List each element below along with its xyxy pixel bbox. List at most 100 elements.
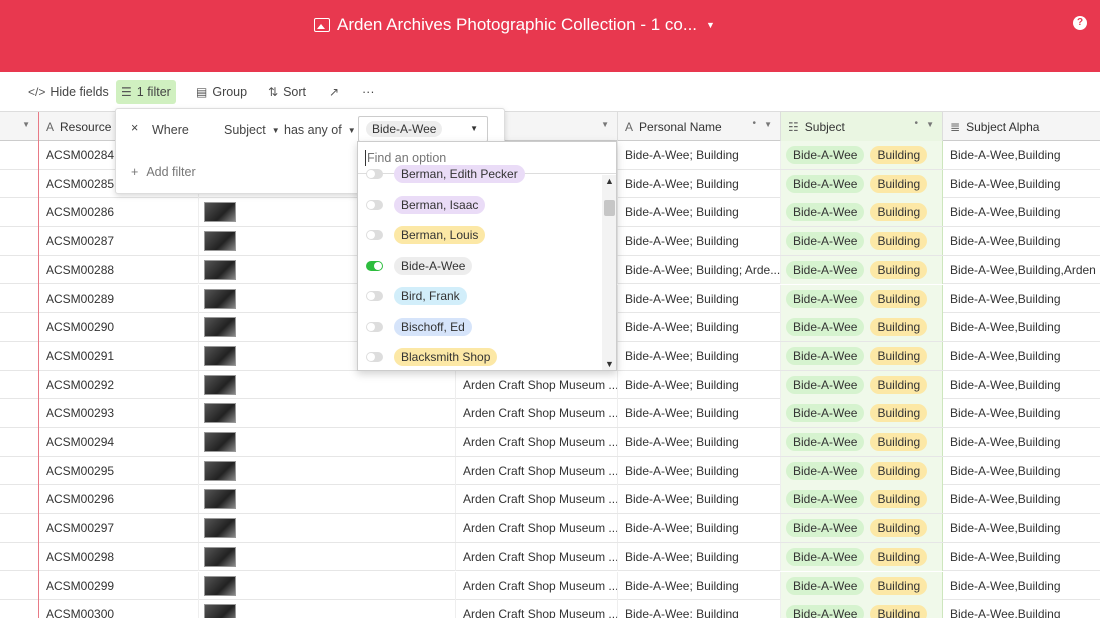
subject-alpha-cell[interactable]: Bide-A-Wee,Building — [943, 572, 1100, 600]
attachment-cell[interactable] — [199, 485, 456, 514]
photo-thumbnail[interactable] — [204, 403, 236, 424]
collection-cell[interactable]: Arden Craft Shop Museum ... — [456, 571, 618, 600]
collection-cell[interactable]: Arden Craft Shop Museum ... — [456, 399, 618, 428]
row-number-cell[interactable] — [0, 141, 39, 169]
photo-thumbnail[interactable] — [204, 345, 236, 366]
scrollbar-thumb[interactable] — [604, 200, 615, 216]
filter-value-select[interactable]: Bide-A-Wee ▼ — [358, 116, 488, 142]
resource-id-cell[interactable]: ACSM00291 — [39, 341, 199, 370]
table-row[interactable]: ACSM00294 Arden Craft Shop Museum ... Bide… — [0, 428, 1100, 457]
subject-cell[interactable]: Bide-A-Wee Building — [781, 169, 943, 198]
resource-id-cell[interactable]: ACSM00298 — [39, 542, 199, 571]
resource-id-cell[interactable]: ACSM00297 — [39, 514, 199, 543]
table-row[interactable]: ACSM00296 Arden Craft Shop Museum ... Bide… — [0, 485, 1100, 515]
subject-alpha-cell[interactable]: Bide-A-Wee,Building — [943, 227, 1100, 255]
subject-cell[interactable]: Bide-A-Wee Building — [781, 341, 943, 370]
more-button[interactable]: ··· — [357, 80, 380, 104]
column-header-subject[interactable]: ☷ Subject • ▼ — [781, 112, 943, 141]
photo-thumbnail[interactable] — [204, 231, 236, 252]
collection-cell[interactable]: Arden Craft Shop Museum ... — [456, 542, 618, 571]
subject-alpha-cell[interactable]: Bide-A-Wee,Building — [943, 285, 1100, 313]
row-number-cell[interactable] — [0, 198, 39, 227]
subject-alpha-cell[interactable]: Bide-A-Wee,Building — [943, 485, 1100, 513]
resource-id-cell[interactable]: ACSM00290 — [39, 313, 199, 342]
row-number-cell[interactable] — [0, 169, 39, 198]
scroll-down-icon[interactable]: ▼ — [605, 359, 614, 369]
personal-name-cell[interactable]: Bide-A-Wee; Building — [618, 341, 781, 370]
resource-id-cell[interactable]: ACSM00287 — [39, 227, 199, 256]
resource-id-cell[interactable]: ACSM00294 — [39, 428, 199, 456]
subject-alpha-cell[interactable]: Bide-A-Wee,Building — [943, 543, 1100, 571]
toggle-switch[interactable] — [366, 352, 383, 362]
personal-name-cell[interactable]: Bide-A-Wee; Building — [618, 428, 781, 456]
row-number-cell[interactable] — [0, 341, 39, 370]
row-number-cell[interactable] — [0, 514, 39, 543]
personal-name-cell[interactable]: Bide-A-Wee; Building — [618, 600, 781, 618]
option-item[interactable]: Bischoff, Ed — [358, 312, 602, 342]
row-number-cell[interactable] — [0, 284, 39, 313]
attachment-cell[interactable] — [199, 456, 456, 485]
info-icon[interactable]: • — [752, 118, 756, 129]
row-number-cell[interactable] — [0, 227, 39, 256]
toggle-switch[interactable] — [366, 291, 383, 301]
subject-cell[interactable]: Bide-A-Wee Building — [781, 141, 943, 169]
personal-name-cell[interactable]: Bide-A-Wee; Building — [618, 313, 781, 342]
table-row[interactable]: ACSM00297 Arden Craft Shop Museum ... Bide… — [0, 514, 1100, 543]
subject-cell[interactable]: Bide-A-Wee Building — [781, 456, 943, 485]
subject-alpha-cell[interactable]: Bide-A-Wee,Building — [943, 141, 1100, 169]
row-number-cell[interactable] — [0, 600, 39, 618]
option-item[interactable]: Berman, Edith Pecker — [358, 159, 602, 189]
photo-thumbnail[interactable] — [204, 374, 236, 395]
column-header-personal-name[interactable]: A Personal Name • ▼ — [618, 112, 781, 141]
column-header-subject-alpha[interactable]: ≣ Subject Alpha — [943, 112, 1100, 141]
option-item[interactable]: Bird, Frank — [358, 281, 602, 311]
row-number-cell[interactable] — [0, 399, 39, 428]
personal-name-cell[interactable]: Bide-A-Wee; Building — [618, 284, 781, 313]
group-button[interactable]: ▤ Group — [191, 80, 252, 104]
resource-id-cell[interactable]: ACSM00296 — [39, 485, 199, 514]
sort-button[interactable]: ⇅ Sort — [263, 80, 311, 104]
collection-cell[interactable]: Arden Craft Shop Museum ... — [456, 370, 618, 399]
subject-cell[interactable]: Bide-A-Wee Building — [781, 514, 943, 543]
subject-alpha-cell[interactable]: Bide-A-Wee,Building — [943, 428, 1100, 456]
subject-alpha-cell[interactable]: Bide-A-Wee,Building — [943, 371, 1100, 399]
personal-name-cell[interactable]: Bide-A-Wee; Building — [618, 370, 781, 399]
add-filter-button[interactable]: + Add filter — [131, 165, 196, 179]
resource-id-cell[interactable]: ACSM00286 — [39, 198, 199, 227]
collection-cell[interactable]: Arden Craft Shop Museum ... — [456, 514, 618, 543]
collection-cell[interactable]: Arden Craft Shop Museum ... — [456, 485, 618, 514]
option-list-scrollbar[interactable]: ▲ ▼ — [602, 175, 616, 370]
filter-button[interactable]: ☰ 1 filter — [116, 80, 176, 104]
subject-alpha-cell[interactable]: Bide-A-Wee,Building — [943, 170, 1100, 198]
subject-alpha-cell[interactable]: Bide-A-Wee,Building — [943, 514, 1100, 542]
row-number-cell[interactable] — [0, 542, 39, 571]
table-row[interactable]: ACSM00292 Arden Craft Shop Museum ... Bide… — [0, 370, 1100, 400]
chevron-down-icon[interactable]: ▼ — [926, 120, 934, 129]
personal-name-cell[interactable]: Bide-A-Wee; Building — [618, 198, 781, 227]
attachment-cell[interactable] — [199, 370, 456, 399]
toggle-switch[interactable] — [366, 230, 383, 240]
option-item[interactable]: Bide-A-Wee — [358, 251, 602, 281]
resource-id-cell[interactable]: ACSM00299 — [39, 571, 199, 600]
table-row[interactable]: ACSM00295 Arden Craft Shop Museum ... Bide… — [0, 456, 1100, 486]
collection-cell[interactable]: Arden Craft Shop Museum ... — [456, 428, 618, 456]
resource-id-cell[interactable]: ACSM00293 — [39, 399, 199, 428]
personal-name-cell[interactable]: Bide-A-Wee; Building — [618, 399, 781, 428]
toggle-switch[interactable] — [366, 169, 383, 179]
base-title[interactable]: Arden Archives Photographic Collection -… — [314, 14, 715, 36]
attachment-cell[interactable] — [199, 571, 456, 600]
photo-thumbnail[interactable] — [204, 288, 236, 309]
photo-thumbnail[interactable] — [204, 432, 236, 452]
photo-thumbnail[interactable] — [204, 259, 236, 280]
subject-cell[interactable]: Bide-A-Wee Building — [781, 399, 943, 428]
subject-alpha-cell[interactable]: Bide-A-Wee,Building — [943, 198, 1100, 226]
chevron-down-icon[interactable]: ▼ — [706, 20, 715, 30]
row-number-cell[interactable] — [0, 456, 39, 485]
row-number-header[interactable]: ▼ — [0, 112, 39, 141]
attachment-cell[interactable] — [199, 399, 456, 428]
table-row[interactable]: ACSM00300 Arden Craft Shop Museum ... Bide… — [0, 600, 1100, 618]
attachment-cell[interactable] — [199, 542, 456, 571]
attachment-cell[interactable] — [199, 428, 456, 456]
subject-cell[interactable]: Bide-A-Wee Building — [781, 571, 943, 600]
info-icon[interactable]: • — [914, 118, 918, 129]
